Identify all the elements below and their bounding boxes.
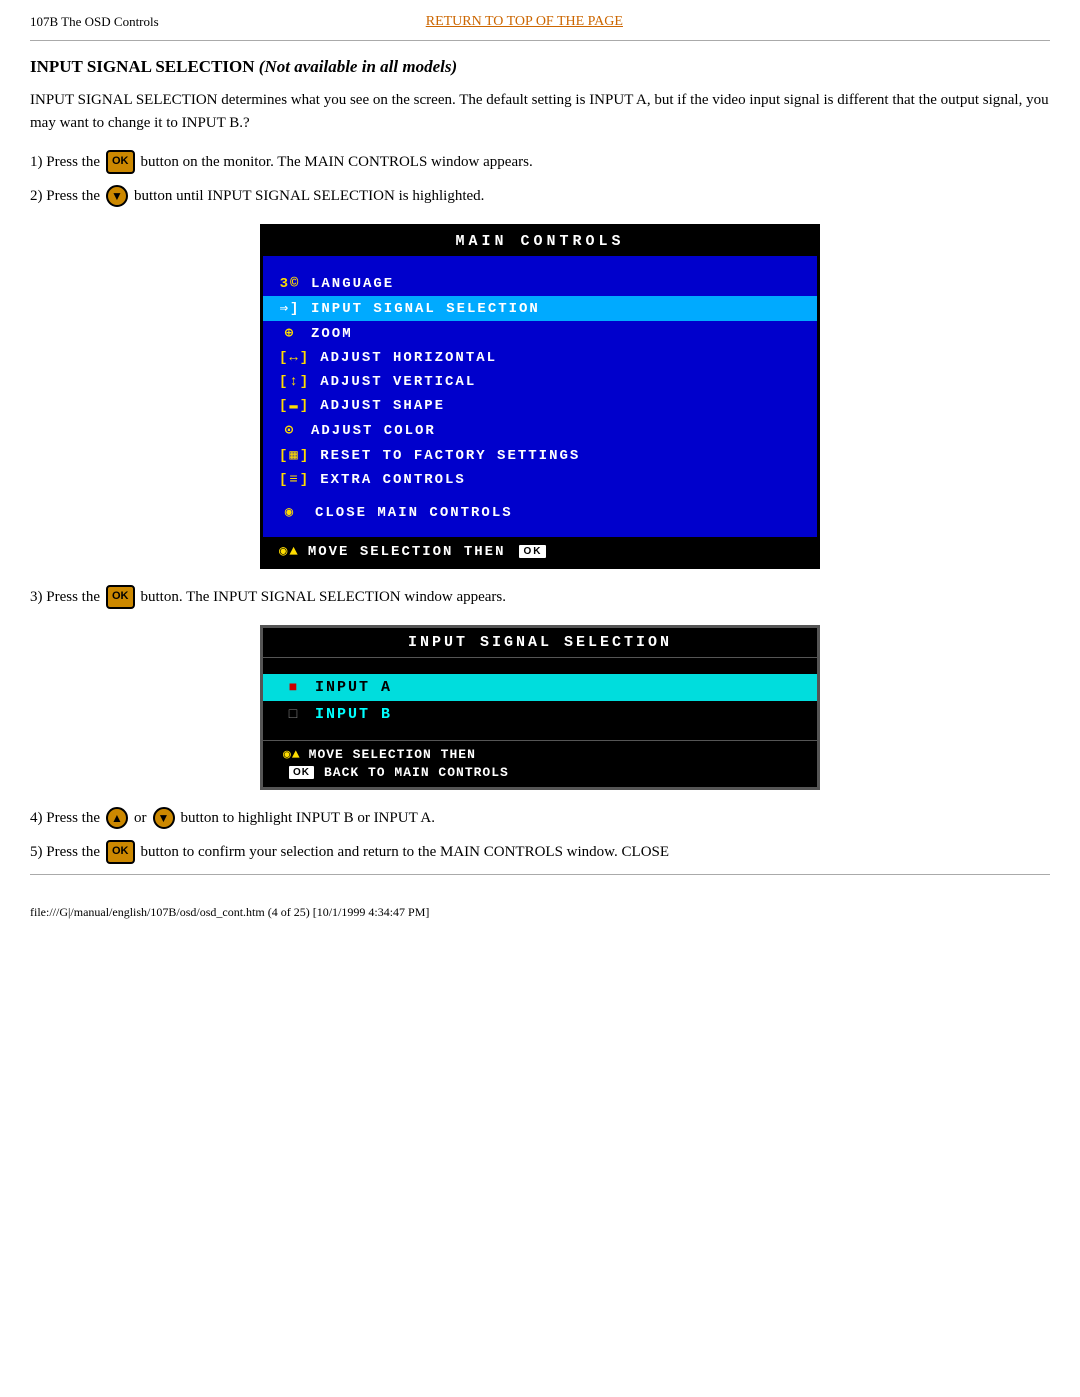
footer-icons: ◉▲ xyxy=(279,543,300,560)
ok-badge-step3: OK xyxy=(106,585,135,609)
language-label: LANGUAGE xyxy=(311,276,394,292)
footer-line1-container: ◉▲ MOVE SELECTION THEN xyxy=(283,747,509,762)
intro-paragraph: INPUT SIGNAL SELECTION determines what y… xyxy=(30,89,1050,134)
extra-controls-label: EXTRA CONTROLS xyxy=(320,472,466,488)
footer-line1-text: MOVE SELECTION THEN xyxy=(309,747,476,762)
input-signal-menu-title: INPUT SIGNAL SELECTION xyxy=(263,628,817,658)
main-controls-body: 3© LANGUAGE ⇒] INPUT SIGNAL SELECTION ⊕ … xyxy=(263,256,817,537)
footer-line2-container: OK BACK TO MAIN CONTROLS xyxy=(283,764,509,781)
step4-text: 4) Press the xyxy=(30,806,100,830)
adjust-color-icon: ⊙ xyxy=(279,422,301,439)
step3-suffix: button. The INPUT SIGNAL SELECTION windo… xyxy=(141,585,507,609)
menu-item-close: ◉ CLOSE MAIN CONTROLS xyxy=(263,500,817,525)
step3-text: 3) Press the xyxy=(30,585,100,609)
footer-icons2: ◉▲ xyxy=(283,747,301,762)
close-label: CLOSE MAIN CONTROLS xyxy=(315,505,513,521)
status-bar: file:///G|/manual/english/107B/osd/osd_c… xyxy=(30,874,1050,920)
footer-lines: ◉▲ MOVE SELECTION THEN OK BACK TO MAIN C… xyxy=(283,747,509,781)
up-arrow-icon: ▲ xyxy=(106,807,128,829)
input-b-icon: □ xyxy=(283,707,305,723)
input-a-icon: ■ xyxy=(283,680,305,696)
adjust-color-label: ADJUST COLOR xyxy=(311,423,436,439)
reset-icon: [▦] xyxy=(279,447,310,464)
step-5: 5) Press the OK button to confirm your s… xyxy=(30,840,1050,864)
menu-item-language: 3© LANGUAGE xyxy=(263,272,817,296)
step1-text: 1) Press the xyxy=(30,150,100,174)
adjust-shape-label: ADJUST SHAPE xyxy=(320,398,445,414)
footer-ok-badge2: OK xyxy=(287,764,316,781)
ok-badge-step1: OK xyxy=(106,150,135,174)
reset-label: RESET TO FACTORY SETTINGS xyxy=(320,448,580,464)
down-arrow-icon: ▼ xyxy=(106,185,128,207)
footer-label: MOVE SELECTION THEN xyxy=(308,544,506,560)
input-signal-label: INPUT SIGNAL SELECTION xyxy=(311,301,540,317)
menu-item-reset: [▦] RESET TO FACTORY SETTINGS xyxy=(263,443,817,468)
input-signal-menu-footer: ◉▲ MOVE SELECTION THEN OK BACK TO MAIN C… xyxy=(263,740,817,787)
step-1: 1) Press the OK button on the monitor. T… xyxy=(30,150,1050,174)
zoom-label: ZOOM xyxy=(311,326,353,342)
menu-item-zoom: ⊕ ZOOM xyxy=(263,321,817,346)
main-controls-title: MAIN CONTROLS xyxy=(263,227,817,256)
footer-line2-text: BACK TO MAIN CONTROLS xyxy=(324,765,509,780)
section-title: INPUT SIGNAL SELECTION (Not available in… xyxy=(30,57,1050,77)
menu-item-adjust-vertical: [↕] ADJUST VERTICAL xyxy=(263,370,817,394)
down-arrow-icon2: ▼ xyxy=(153,807,175,829)
step-4: 4) Press the ▲ or ▼ button to highlight … xyxy=(30,806,1050,830)
menu-item-adjust-color: ⊙ ADJUST COLOR xyxy=(263,418,817,443)
input-a-label: INPUT A xyxy=(315,679,392,696)
step-3: 3) Press the OK button. The INPUT SIGNAL… xyxy=(30,585,1050,609)
close-icon: ◉ xyxy=(279,504,301,521)
main-controls-menu: MAIN CONTROLS 3© LANGUAGE ⇒] INPUT SIGNA… xyxy=(260,224,820,569)
zoom-icon: ⊕ xyxy=(279,325,301,342)
menu2-item-input-b: □ INPUT B xyxy=(263,701,817,728)
adjust-horizontal-icon: [↔] xyxy=(279,350,310,366)
step-2: 2) Press the ▼ button until INPUT SIGNAL… xyxy=(30,184,1050,208)
extra-controls-icon: [≡] xyxy=(279,472,310,488)
divider xyxy=(30,40,1050,41)
adjust-horizontal-label: ADJUST HORIZONTAL xyxy=(320,350,497,366)
status-bar-text: file:///G|/manual/english/107B/osd/osd_c… xyxy=(30,905,429,919)
menu-item-input-signal: ⇒] INPUT SIGNAL SELECTION xyxy=(263,296,817,321)
return-to-top-link[interactable]: RETURN TO TOP OF THE PAGE xyxy=(159,14,890,30)
adjust-vertical-label: ADJUST VERTICAL xyxy=(320,374,476,390)
input-signal-menu-body: ■ INPUT A □ INPUT B xyxy=(263,658,817,740)
language-icon: 3© xyxy=(279,276,301,292)
main-controls-footer: ◉▲ MOVE SELECTION THEN OK xyxy=(263,537,817,566)
step2-text: 2) Press the xyxy=(30,184,100,208)
menu-item-adjust-shape: [▬] ADJUST SHAPE xyxy=(263,394,817,418)
input-b-label: INPUT B xyxy=(315,706,392,723)
step1-suffix: button on the monitor. The MAIN CONTROLS… xyxy=(141,150,533,174)
step5-suffix: button to confirm your selection and ret… xyxy=(141,840,670,864)
top-bar-title: 107B The OSD Controls xyxy=(30,14,159,30)
step4-suffix: button to highlight INPUT B or INPUT A. xyxy=(181,806,435,830)
top-bar: 107B The OSD Controls RETURN TO TOP OF T… xyxy=(30,10,1050,34)
step2-suffix: button until INPUT SIGNAL SELECTION is h… xyxy=(134,184,484,208)
step4-middle: or xyxy=(134,806,147,830)
menu2-item-input-a: ■ INPUT A xyxy=(263,674,817,701)
page-container: 107B The OSD Controls RETURN TO TOP OF T… xyxy=(0,0,1080,1397)
input-signal-menu: INPUT SIGNAL SELECTION ■ INPUT A □ INPUT… xyxy=(260,625,820,790)
adjust-vertical-icon: [↕] xyxy=(279,374,310,390)
ok-badge-step5: OK xyxy=(106,840,135,864)
menu-item-adjust-horizontal: [↔] ADJUST HORIZONTAL xyxy=(263,346,817,370)
adjust-shape-icon: [▬] xyxy=(279,398,310,414)
input-signal-icon: ⇒] xyxy=(279,300,301,317)
step5-text: 5) Press the xyxy=(30,840,100,864)
footer-ok-badge: OK xyxy=(517,543,548,560)
menu-item-extra-controls: [≡] EXTRA CONTROLS xyxy=(263,468,817,492)
